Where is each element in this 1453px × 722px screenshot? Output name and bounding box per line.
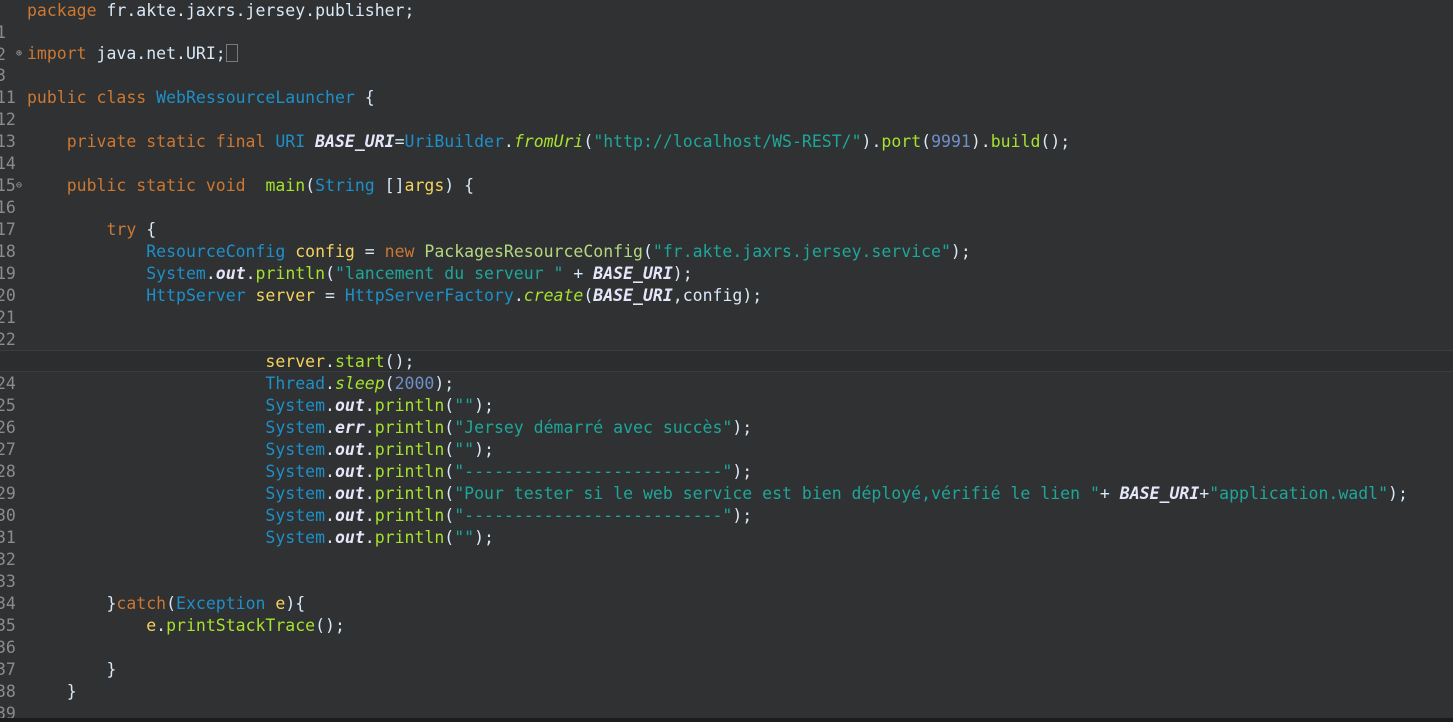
code-line[interactable]: 39 } <box>0 681 1453 722</box>
code-line[interactable]: 30 System.out.println("Pour tester si le… <box>0 483 1453 525</box>
code-text: } <box>66 682 77 701</box>
code-line[interactable]: 23 <box>0 329 1453 371</box>
collapsed-imports-icon[interactable] <box>225 44 238 62</box>
code-line[interactable]: 15 <box>0 153 1453 195</box>
code-text: System.out.println(""); <box>265 528 494 547</box>
code-line[interactable]: 28 System.out.println(""); <box>0 439 1453 481</box>
code-line[interactable]: 26 System.out.println(""); <box>0 395 1453 437</box>
code-line[interactable]: 19 ResourceConfig config = new PackagesR… <box>0 241 1453 283</box>
code-text: private static final URI BASE_URI=UriBui… <box>66 132 1071 151</box>
code-line[interactable]: 22 <box>0 307 1453 349</box>
code-text: ResourceConfig config = new PackagesReso… <box>146 242 971 261</box>
code-line[interactable]: 17 <box>0 197 1453 239</box>
code-line[interactable]: 1 package fr.akte.jaxrs.jersey.publisher… <box>0 0 1453 42</box>
code-line[interactable]: 21 HttpServer server = HttpServerFactory… <box>0 285 1453 327</box>
code-line[interactable]: 27 System.err.println("Jersey démarré av… <box>0 417 1453 459</box>
code-line[interactable]: 14 private static final URI BASE_URI=Uri… <box>0 131 1453 173</box>
code-line[interactable]: 38 } <box>0 659 1453 701</box>
code-line[interactable]: 13 <box>0 109 1453 151</box>
code-text: public static void main(String []args) { <box>66 176 475 195</box>
current-code-line[interactable]: 24 server.start(); <box>0 350 1453 393</box>
code-line[interactable]: 31 System.out.println("-----------------… <box>0 505 1453 547</box>
code-line[interactable]: 2 <box>0 22 1453 64</box>
code-text: Thread.sleep(2000); <box>265 374 455 393</box>
code-text: System.out.println("--------------------… <box>265 506 753 525</box>
code-text: public class WebRessourceLauncher { <box>27 88 375 107</box>
code-text: System.out.println("lancement du serveur… <box>146 264 693 283</box>
code-text: try { <box>106 220 157 239</box>
code-line[interactable]: 12 public class WebRessourceLauncher { <box>0 87 1453 129</box>
code-line[interactable]: 36 e.printStackTrace(); <box>0 615 1453 657</box>
code-line[interactable]: 37 <box>0 637 1453 679</box>
code-text: import java.net.URI; <box>27 43 238 65</box>
code-line[interactable]: 16 ⊖ public static void main(String []ar… <box>0 175 1453 217</box>
code-text: server.start(); <box>265 352 415 371</box>
code-text: System.out.println(""); <box>265 396 494 415</box>
code-text: e.printStackTrace(); <box>146 616 345 635</box>
code-text: HttpServer server = HttpServerFactory.cr… <box>146 286 763 305</box>
code-line[interactable]: 20 System.out.println("lancement du serv… <box>0 263 1453 305</box>
code-text: System.out.println(""); <box>265 440 494 459</box>
code-text: System.out.println("--------------------… <box>265 462 753 481</box>
code-line[interactable]: 3 ⊕ import java.net.URI; <box>0 43 1453 85</box>
code-text: } <box>106 660 117 679</box>
code-line[interactable]: 32 System.out.println(""); <box>0 527 1453 569</box>
code-line[interactable]: 11 <box>0 65 1453 107</box>
code-line[interactable]: 33 <box>0 549 1453 591</box>
code-text: System.err.println("Jersey démarré avec … <box>265 418 753 437</box>
code-text: }catch(Exception e){ <box>106 594 306 613</box>
editor-bottom-border <box>0 718 1453 722</box>
expand-fold-icon[interactable]: ⊕ <box>16 43 25 65</box>
code-line[interactable]: 35 }catch(Exception e){ <box>0 593 1453 635</box>
code-line[interactable]: 25 Thread.sleep(2000); <box>0 373 1453 415</box>
code-line[interactable]: 34 <box>0 571 1453 613</box>
code-line[interactable]: 29 System.out.println("-----------------… <box>0 461 1453 503</box>
collapse-fold-icon[interactable]: ⊖ <box>16 175 25 197</box>
code-text: System.out.println("Pour tester si le we… <box>265 484 1408 503</box>
code-line[interactable]: 18 try { <box>0 219 1453 261</box>
code-text: package fr.akte.jaxrs.jersey.publisher; <box>27 1 415 20</box>
code-editor[interactable]: 1 package fr.akte.jaxrs.jersey.publisher… <box>0 0 1453 722</box>
